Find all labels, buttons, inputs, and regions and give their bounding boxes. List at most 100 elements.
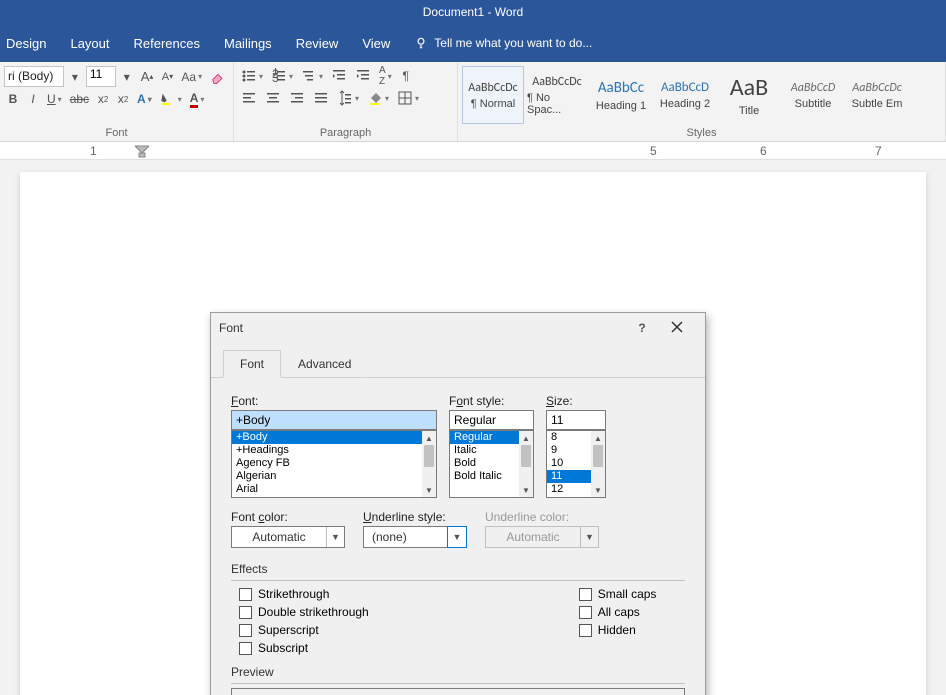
- justify-button[interactable]: [310, 88, 332, 108]
- numbering-button[interactable]: 123: [268, 66, 296, 86]
- font-name-listbox[interactable]: +Body+HeadingsAgency FBAlgerianArial▲▼: [231, 430, 437, 498]
- underline-style-label: Underline style:: [363, 510, 467, 524]
- align-right-icon: [289, 90, 305, 106]
- style-item[interactable]: AaBbCcDc¶ Normal: [462, 66, 524, 124]
- change-case-button[interactable]: Aa: [178, 67, 205, 87]
- tell-me[interactable]: Tell me what you want to do...: [414, 36, 592, 50]
- checkbox-strikethrough[interactable]: Strikethrough: [239, 587, 369, 601]
- font-size-label: Size:: [546, 394, 606, 408]
- ribbon-group-font: ri (Body) ▾ 11 ▾ A▴ A▾ Aa B I U abc x2 x…: [0, 62, 234, 141]
- superscript-button[interactable]: x2: [114, 89, 132, 109]
- dialog-tabstrip: Font Advanced: [211, 343, 705, 378]
- multilevel-icon: [301, 68, 317, 84]
- font-size-combo[interactable]: 11: [86, 66, 116, 87]
- outdent-icon: [331, 68, 347, 84]
- show-marks-button[interactable]: ¶: [397, 66, 415, 86]
- bold-button[interactable]: B: [4, 89, 22, 109]
- paint-bucket-icon: [367, 90, 383, 106]
- checkbox-small-caps[interactable]: Small caps: [579, 587, 657, 601]
- scrollbar[interactable]: ▲▼: [591, 431, 605, 497]
- font-color-label: Font color:: [231, 510, 345, 524]
- borders-button[interactable]: [394, 88, 422, 108]
- tab-mailings[interactable]: Mailings: [224, 36, 272, 51]
- checkbox-all-caps[interactable]: All caps: [579, 605, 657, 619]
- chevron-down-icon: ▼: [580, 527, 598, 547]
- font-name-input[interactable]: +Body: [231, 410, 437, 430]
- horizontal-ruler[interactable]: 1 5 6 7: [0, 142, 946, 160]
- tab-design[interactable]: Design: [6, 36, 46, 51]
- decrease-indent-button[interactable]: [328, 66, 350, 86]
- subscript-button[interactable]: x2: [94, 89, 112, 109]
- checkbox-subscript[interactable]: Subscript: [239, 641, 369, 655]
- font-size-input[interactable]: 11: [546, 410, 606, 430]
- style-item[interactable]: AaBTitle: [718, 66, 780, 124]
- align-center-button[interactable]: [262, 88, 284, 108]
- bullets-button[interactable]: [238, 66, 266, 86]
- grow-font-button[interactable]: A▴: [138, 67, 157, 87]
- strikethrough-button[interactable]: abc: [67, 89, 92, 109]
- underline-button[interactable]: U: [44, 89, 65, 109]
- underline-style-combo[interactable]: (none) ▼: [363, 526, 467, 548]
- list-item[interactable]: Algerian: [232, 470, 436, 483]
- checkbox-hidden[interactable]: Hidden: [579, 623, 657, 637]
- italic-button[interactable]: I: [24, 89, 42, 109]
- numbering-icon: 123: [271, 68, 287, 84]
- align-right-button[interactable]: [286, 88, 308, 108]
- font-dropdown-icon[interactable]: ▾: [66, 67, 84, 87]
- styles-group-label: Styles: [462, 125, 941, 141]
- font-label: Font:: [231, 394, 437, 408]
- align-left-icon: [241, 90, 257, 106]
- dialog-tab-font[interactable]: Font: [223, 350, 281, 378]
- font-style-input[interactable]: Regular: [449, 410, 534, 430]
- text-effects-button[interactable]: A: [134, 89, 155, 109]
- style-item[interactable]: AaBbCcHeading 1: [590, 66, 652, 124]
- increase-indent-button[interactable]: [352, 66, 374, 86]
- font-color-button[interactable]: A: [187, 89, 208, 109]
- indent-icon: [355, 68, 371, 84]
- dialog-tab-advanced[interactable]: Advanced: [281, 350, 368, 378]
- font-color-combo[interactable]: Automatic ▼: [231, 526, 345, 548]
- shading-button[interactable]: [364, 88, 392, 108]
- borders-icon: [397, 90, 413, 106]
- tab-layout[interactable]: Layout: [70, 36, 109, 51]
- first-line-indent-marker[interactable]: [135, 142, 149, 160]
- shrink-font-button[interactable]: A▾: [158, 67, 176, 87]
- font-style-listbox[interactable]: RegularItalicBoldBold Italic▲▼: [449, 430, 534, 498]
- font-style-label: Font style:: [449, 394, 534, 408]
- list-item[interactable]: +Body: [232, 431, 436, 444]
- align-left-button[interactable]: [238, 88, 260, 108]
- tab-references[interactable]: References: [134, 36, 200, 51]
- line-spacing-button[interactable]: [334, 88, 362, 108]
- align-center-icon: [265, 90, 281, 106]
- list-item[interactable]: Arial: [232, 483, 436, 496]
- dialog-title: Font: [219, 321, 627, 335]
- font-dialog: Font ? Font Advanced Font: +Body +Body+H…: [210, 312, 706, 695]
- eraser-icon: [210, 69, 226, 85]
- clear-formatting-button[interactable]: [207, 67, 229, 87]
- list-item[interactable]: +Headings: [232, 444, 436, 457]
- sort-button[interactable]: AZ: [376, 66, 395, 86]
- dialog-close-button[interactable]: [657, 321, 697, 336]
- font-name-combo[interactable]: ri (Body): [4, 66, 64, 87]
- underline-color-combo: Automatic ▼: [485, 526, 599, 548]
- style-item[interactable]: AaBbCcDcSubtle Em: [846, 66, 908, 124]
- multilevel-list-button[interactable]: [298, 66, 326, 86]
- bullets-icon: [241, 68, 257, 84]
- style-item[interactable]: AaBbCcDc¶ No Spac...: [526, 66, 588, 124]
- checkbox-superscript[interactable]: Superscript: [239, 623, 369, 637]
- highlight-icon: [160, 91, 176, 107]
- size-dropdown-icon[interactable]: ▾: [118, 67, 136, 87]
- tab-review[interactable]: Review: [296, 36, 339, 51]
- scrollbar[interactable]: ▲▼: [519, 431, 533, 497]
- font-size-listbox[interactable]: 89101112▲▼: [546, 430, 606, 498]
- highlight-button[interactable]: [157, 89, 185, 109]
- tab-view[interactable]: View: [362, 36, 390, 51]
- dialog-help-button[interactable]: ?: [627, 321, 657, 335]
- list-item[interactable]: Agency FB: [232, 457, 436, 470]
- dialog-titlebar[interactable]: Font ?: [211, 313, 705, 343]
- checkbox-double-strikethrough[interactable]: Double strikethrough: [239, 605, 369, 619]
- scrollbar[interactable]: ▲▼: [422, 431, 436, 497]
- preview-frame: +Body: [231, 688, 685, 695]
- style-item[interactable]: AaBbCcDHeading 2: [654, 66, 716, 124]
- style-item[interactable]: AaBbCcDSubtitle: [782, 66, 844, 124]
